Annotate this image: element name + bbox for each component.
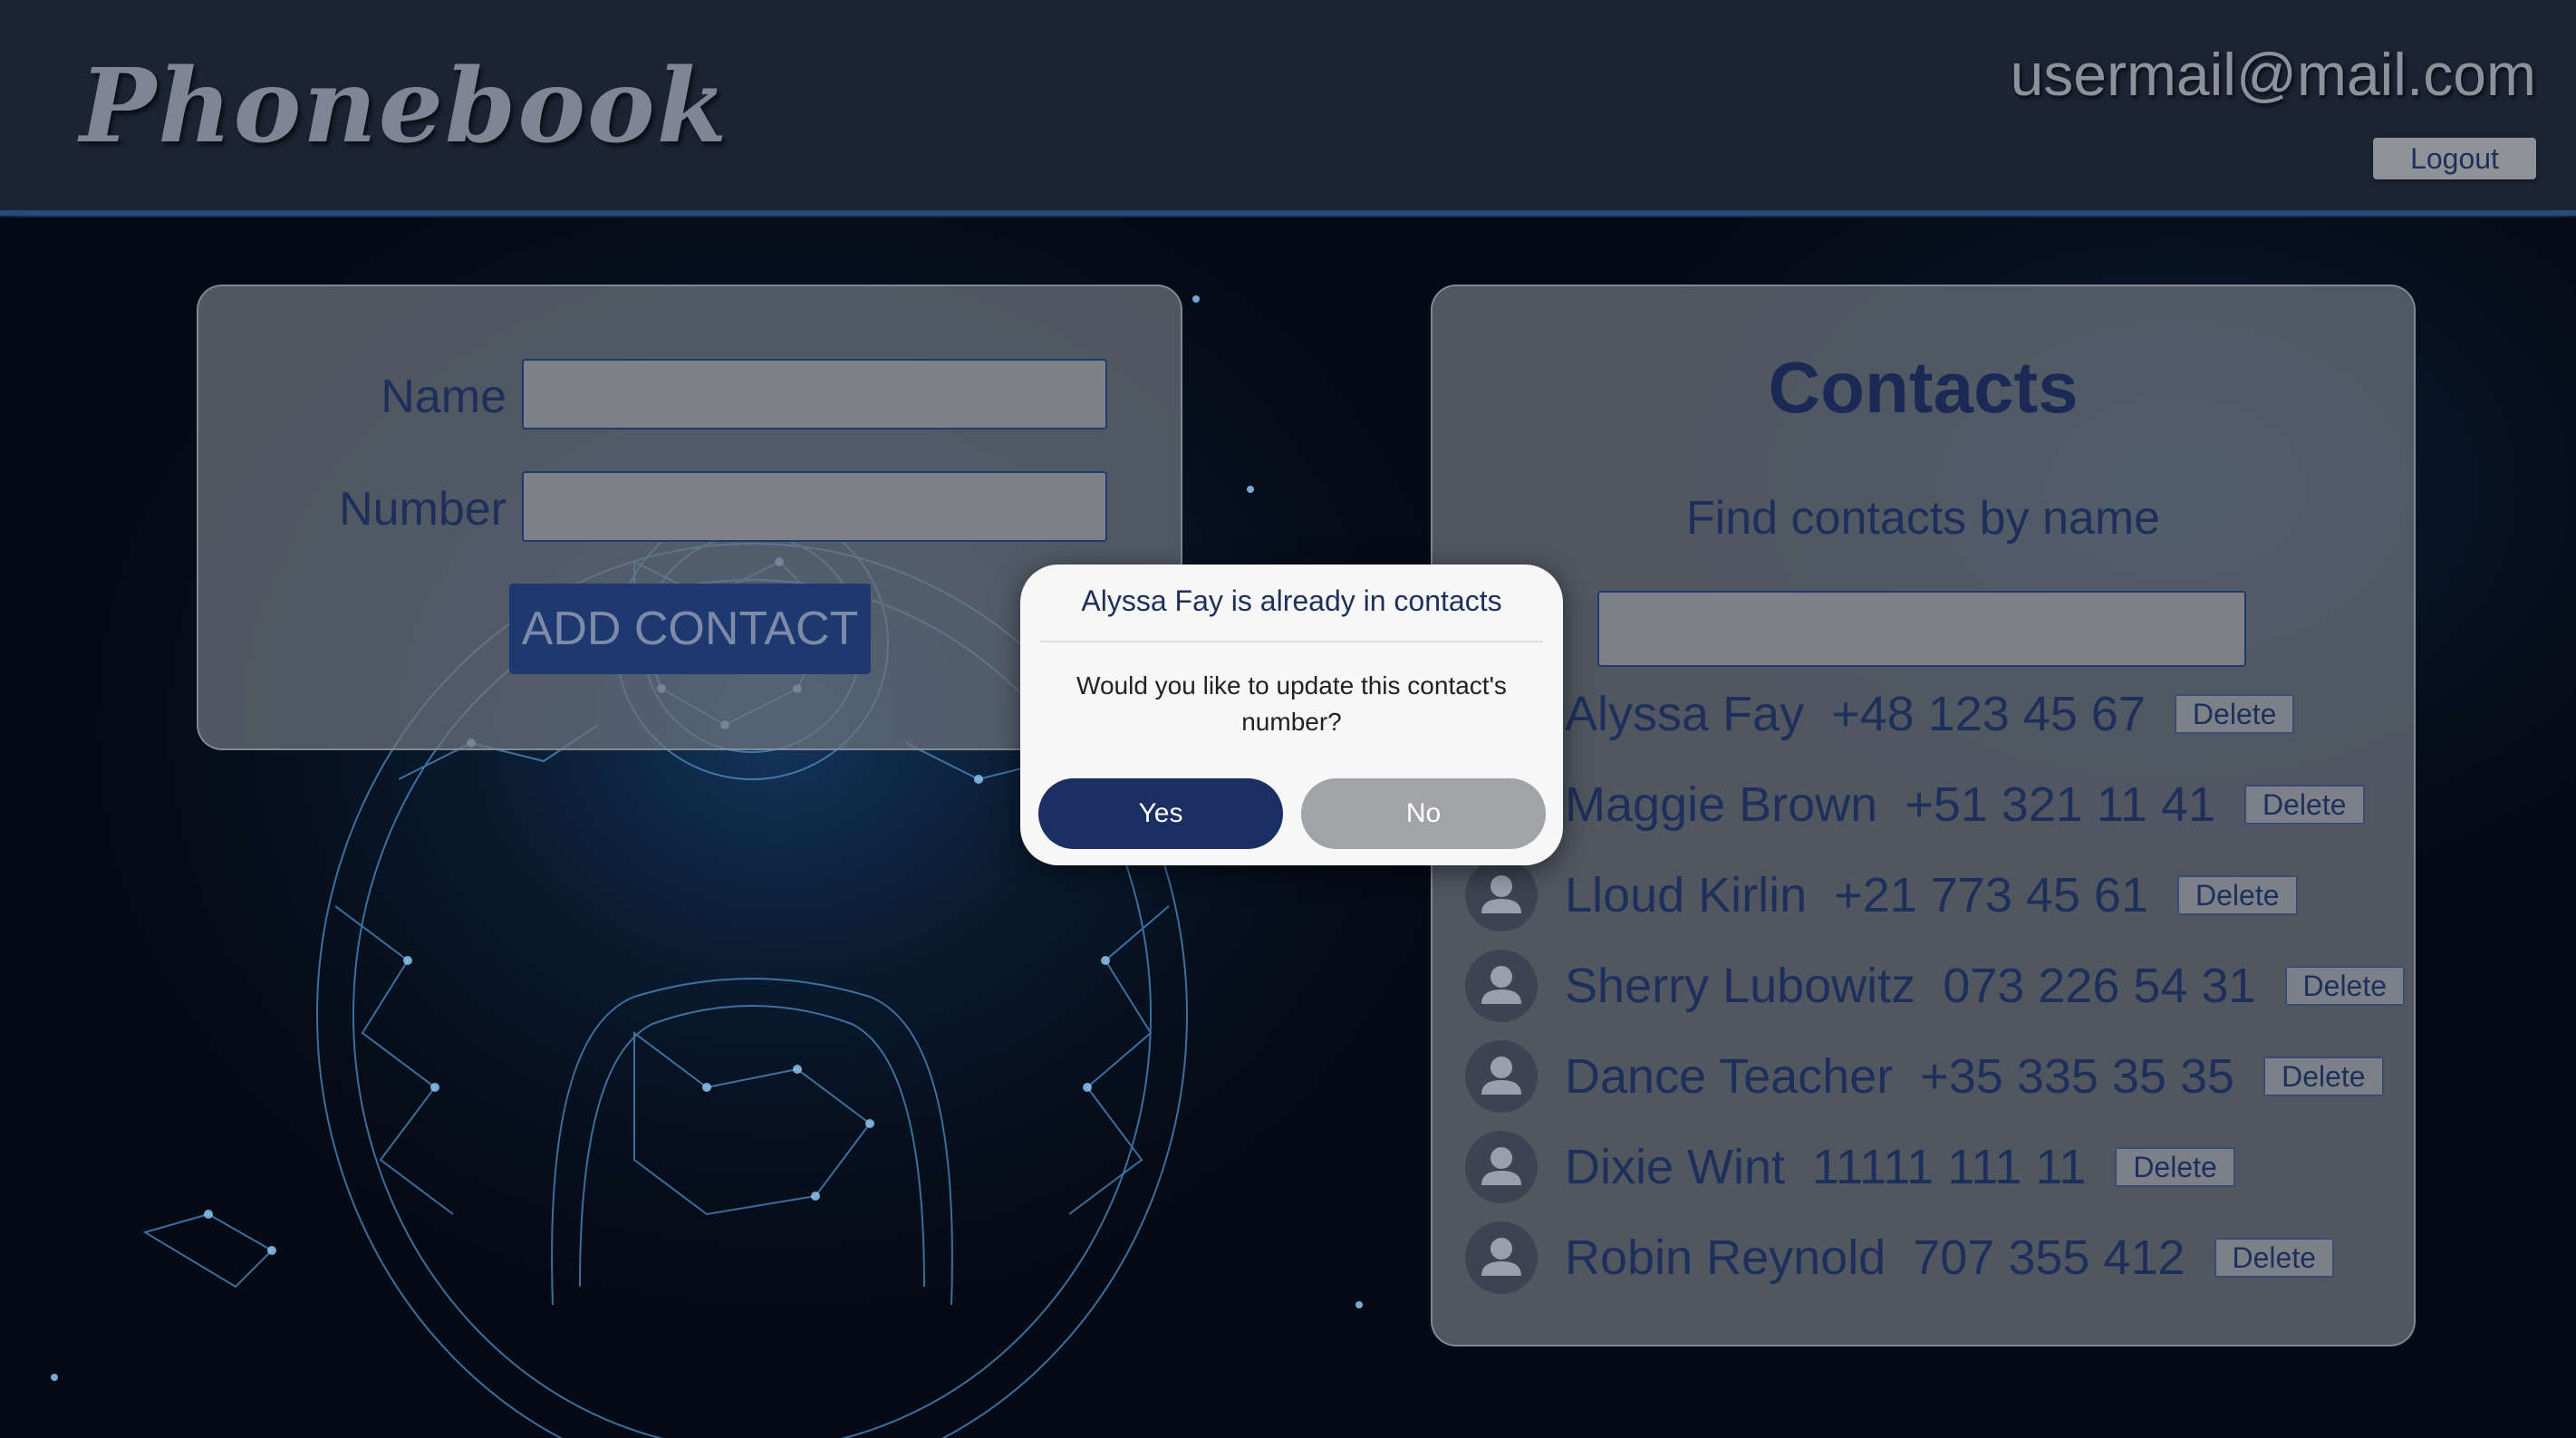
contact-number: +48 123 45 67 [1831, 687, 2146, 741]
contact-row: Alyssa Fay +48 123 45 67 Delete [1465, 678, 2295, 750]
contact-number: 11111 111 11 [1812, 1140, 2087, 1194]
delete-button[interactable]: Delete [2177, 875, 2298, 915]
contact-name: Robin Reynold [1565, 1231, 1886, 1285]
dialog-message: Would you like to update this contact's … [1076, 671, 1507, 736]
update-contact-dialog: Alyssa Fay is already in contacts Would … [1020, 565, 1563, 865]
user-avatar-icon [1465, 859, 1538, 931]
contact-number: +21 773 45 61 [1834, 868, 2148, 922]
contact-name: Alyssa Fay [1565, 687, 1805, 741]
user-avatar-icon [1465, 950, 1538, 1022]
delete-button[interactable]: Delete [2214, 1238, 2335, 1278]
contact-name: Sherry Lubowitz [1565, 959, 1916, 1013]
dialog-divider [1040, 641, 1543, 642]
number-label: Number [339, 483, 507, 536]
contact-name: Dance Teacher [1565, 1049, 1894, 1104]
delete-button[interactable]: Delete [2115, 1147, 2235, 1187]
yes-button[interactable]: Yes [1038, 778, 1283, 849]
app-logo: Phonebook [80, 47, 729, 166]
contact-row: Maggie Brown +51 321 11 41 Delete [1465, 768, 2365, 841]
contact-number: +35 335 35 35 [1920, 1049, 2235, 1104]
contacts-title: Contacts [1768, 347, 2079, 428]
add-contact-button[interactable]: ADD CONTACT [509, 584, 871, 674]
contacts-panel: Contacts Find contacts by name Alyssa Fa… [1431, 285, 2416, 1346]
user-avatar-icon [1465, 1221, 1538, 1294]
contact-row: Lloud Kirlin +21 773 45 61 Delete [1465, 859, 2298, 931]
app-header: Phonebook usermail@mail.com Logout [0, 0, 2576, 216]
contact-number: +51 321 11 41 [1905, 777, 2216, 832]
filter-label: Find contacts by name [1685, 492, 2161, 545]
name-label: Name [381, 371, 507, 423]
contact-row: Dance Teacher +35 335 35 35 Delete [1465, 1040, 2384, 1113]
contact-row: Dixie Wint 11111 111 11 Delete [1465, 1131, 2235, 1203]
dialog-title: Alyssa Fay is already in contacts [1081, 584, 1502, 617]
delete-button[interactable]: Delete [2174, 694, 2295, 734]
logout-button[interactable]: Logout [2373, 138, 2536, 179]
delete-button[interactable]: Delete [2244, 785, 2365, 825]
user-avatar-icon [1465, 1131, 1538, 1203]
contact-number: 707 355 412 [1913, 1231, 2185, 1285]
name-input[interactable] [522, 359, 1107, 429]
filter-input[interactable] [1597, 591, 2246, 667]
number-input[interactable] [522, 471, 1107, 542]
contact-row: Robin Reynold 707 355 412 Delete [1465, 1221, 2335, 1294]
delete-button[interactable]: Delete [2284, 966, 2406, 1006]
delete-button[interactable]: Delete [2263, 1057, 2384, 1096]
contact-number: 073 226 54 31 [1943, 959, 2256, 1013]
user-avatar-icon [1465, 1040, 1538, 1113]
user-email: usermail@mail.com [2010, 41, 2536, 108]
contact-name: Lloud Kirlin [1565, 868, 1808, 922]
contact-name: Maggie Brown [1565, 777, 1878, 832]
contact-name: Dixie Wint [1565, 1140, 1786, 1194]
no-button[interactable]: No [1301, 778, 1546, 849]
contact-row: Sherry Lubowitz 073 226 54 31 Delete [1465, 950, 2406, 1022]
